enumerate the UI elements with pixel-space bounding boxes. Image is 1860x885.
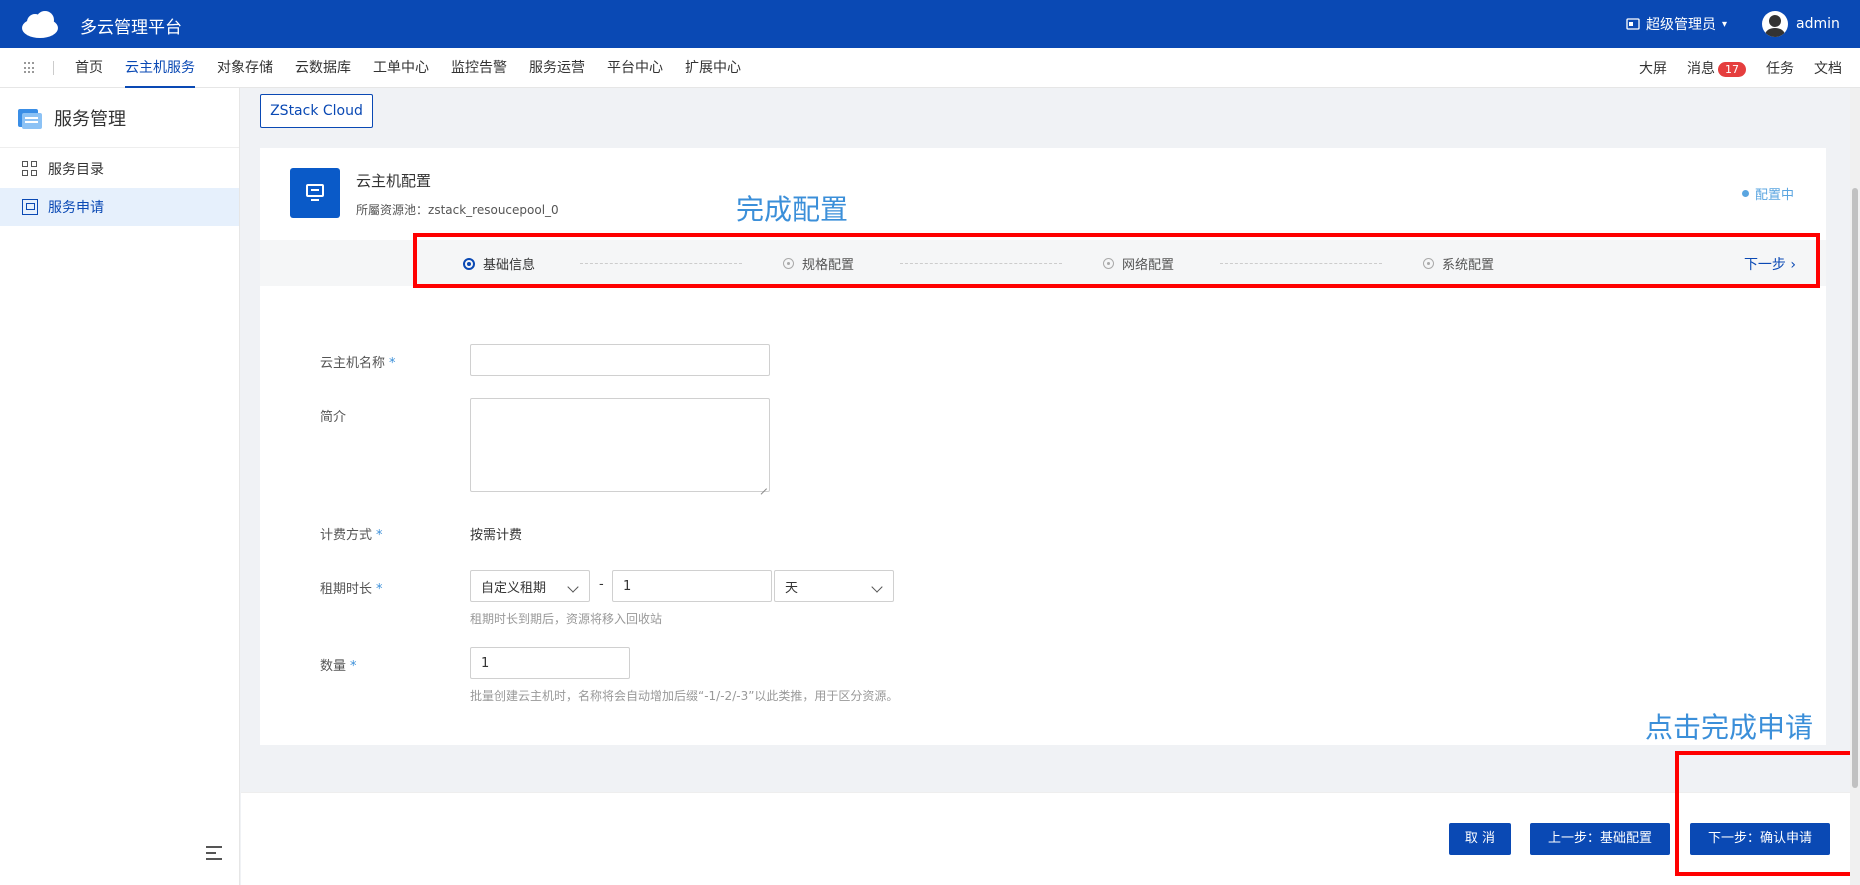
- nav-item[interactable]: 云主机服务: [114, 48, 206, 88]
- nav-item[interactable]: 云数据库: [284, 48, 362, 88]
- sidebar-item-service-catalog[interactable]: 服务目录: [0, 150, 239, 188]
- billing-label-text: 计费方式: [320, 528, 373, 543]
- cancel-button[interactable]: 取 消: [1449, 823, 1511, 855]
- resource-pool: 所屬资源池：zstack_resoucepool_0: [356, 201, 559, 218]
- vm-name-input[interactable]: [470, 344, 770, 376]
- lease-unit-value: 天: [785, 580, 799, 596]
- messages-link[interactable]: 消息 17: [1687, 58, 1746, 78]
- nav-item[interactable]: 平台中心: [596, 48, 674, 88]
- nav-item[interactable]: 扩展中心: [674, 48, 752, 88]
- annotation-complete-config: 完成配置: [736, 193, 849, 226]
- lease-duration-label: 租期时长 *: [320, 578, 383, 597]
- messages-label: 消息: [1687, 61, 1715, 77]
- resource-pool-value: zstack_resoucepool_0: [428, 203, 559, 217]
- service-management-icon: [18, 107, 42, 129]
- sidebar-item-label: 服务申请: [48, 200, 104, 216]
- description-textarea[interactable]: [470, 398, 770, 492]
- quantity-input[interactable]: 1: [470, 647, 630, 679]
- user-menu[interactable]: admin: [1762, 11, 1840, 37]
- annotation-box-steps: [413, 233, 1820, 288]
- required-mark: *: [350, 659, 357, 674]
- nav-item[interactable]: 对象存储: [206, 48, 284, 88]
- annotation-box-submit: [1675, 751, 1860, 876]
- zstack-cloud-tab[interactable]: ZStack Cloud: [260, 94, 373, 128]
- chevron-down-icon: [871, 581, 883, 593]
- chevron-down-icon: ▾: [1722, 18, 1728, 30]
- request-icon: [22, 199, 38, 215]
- nav-item[interactable]: 工单中心: [362, 48, 440, 88]
- description-label: 简介: [320, 410, 347, 425]
- sidebar: 服务管理 服务目录 服务申请: [0, 88, 240, 885]
- sidebar-header: 服务管理: [0, 88, 239, 148]
- lease-hint: 租期时长到期后，资源将移入回收站: [470, 612, 663, 626]
- role-switcher[interactable]: 超级管理员 ▾: [1626, 14, 1727, 34]
- lease-type-value: 自定义租期: [481, 580, 547, 596]
- annotation-click-complete: 点击完成申请: [1645, 711, 1814, 744]
- id-card-icon: [1626, 18, 1640, 30]
- big-screen-link[interactable]: 大屏: [1639, 58, 1667, 78]
- quantity-hint: 批量创建云主机时，名称将会自动增加后缀“-1/-2/-3”以此类推，用于区分资源…: [470, 689, 899, 703]
- collapse-sidebar-icon[interactable]: [206, 846, 222, 860]
- resize-grip-icon[interactable]: [759, 481, 767, 489]
- nav-divider: [53, 61, 54, 75]
- message-count-badge: 17: [1718, 62, 1746, 77]
- required-mark: *: [376, 528, 383, 543]
- status-dot: [1741, 190, 1749, 197]
- quantity-label-text: 数量: [320, 659, 347, 674]
- billing-label: 计费方式 *: [320, 524, 383, 543]
- lease-duration-input[interactable]: 1: [612, 570, 772, 602]
- nav-item[interactable]: 首页: [64, 48, 114, 88]
- vm-name-label: 云主机名称 *: [320, 352, 396, 371]
- monitor-icon: [290, 168, 340, 218]
- apps-grid-icon[interactable]: [24, 62, 36, 74]
- username: admin: [1796, 16, 1840, 32]
- docs-link[interactable]: 文档: [1814, 58, 1842, 78]
- card-title: 云主机配置: [356, 172, 432, 190]
- app-title: 多云管理平台: [80, 18, 182, 38]
- billing-value: 按需计费: [470, 528, 523, 543]
- required-mark: *: [389, 356, 396, 371]
- quantity-label: 数量 *: [320, 655, 357, 674]
- status-text: 配置中: [1754, 188, 1794, 203]
- nav-item[interactable]: 服务运营: [518, 48, 596, 88]
- scrollbar-thumb[interactable]: [1852, 188, 1858, 788]
- nav-item[interactable]: 监控告警: [440, 48, 518, 88]
- sidebar-item-service-request[interactable]: 服务申请: [0, 188, 239, 226]
- avatar: [1762, 11, 1788, 37]
- chevron-down-icon: [567, 581, 579, 593]
- top-bar: 多云管理平台 超级管理员 ▾ admin: [0, 0, 1860, 48]
- role-label: 超级管理员: [1646, 17, 1716, 33]
- required-mark: *: [376, 582, 383, 597]
- vm-name-label-text: 云主机名称: [320, 356, 386, 371]
- lease-duration-label-text: 租期时长: [320, 582, 373, 597]
- prev-step-button[interactable]: 上一步：基础配置: [1530, 823, 1670, 855]
- sidebar-item-label: 服务目录: [48, 162, 104, 178]
- page-scrollbar[interactable]: [1850, 88, 1860, 885]
- tasks-link[interactable]: 任务: [1766, 58, 1794, 78]
- resource-pool-label: 所屬资源池：: [356, 203, 429, 217]
- main-nav: 首页 云主机服务 对象存储 云数据库 工单中心 监控告警 服务运营 平台中心 扩展中心 大屏 消…: [0, 48, 1860, 88]
- lease-separator: -: [599, 577, 604, 592]
- grid-icon: [22, 161, 38, 177]
- lease-unit-select[interactable]: 天: [774, 570, 894, 602]
- cloud-logo-icon[interactable]: [20, 9, 60, 39]
- nav-right: 大屏 消息 17 任务 文档: [1639, 48, 1842, 88]
- status-indicator: 配置中: [1741, 184, 1794, 203]
- sidebar-title: 服务管理: [54, 108, 126, 130]
- nav-items: 首页 云主机服务 对象存储 云数据库 工单中心 监控告警 服务运营 平台中心 扩展中心: [64, 48, 752, 88]
- lease-type-select[interactable]: 自定义租期: [470, 570, 590, 602]
